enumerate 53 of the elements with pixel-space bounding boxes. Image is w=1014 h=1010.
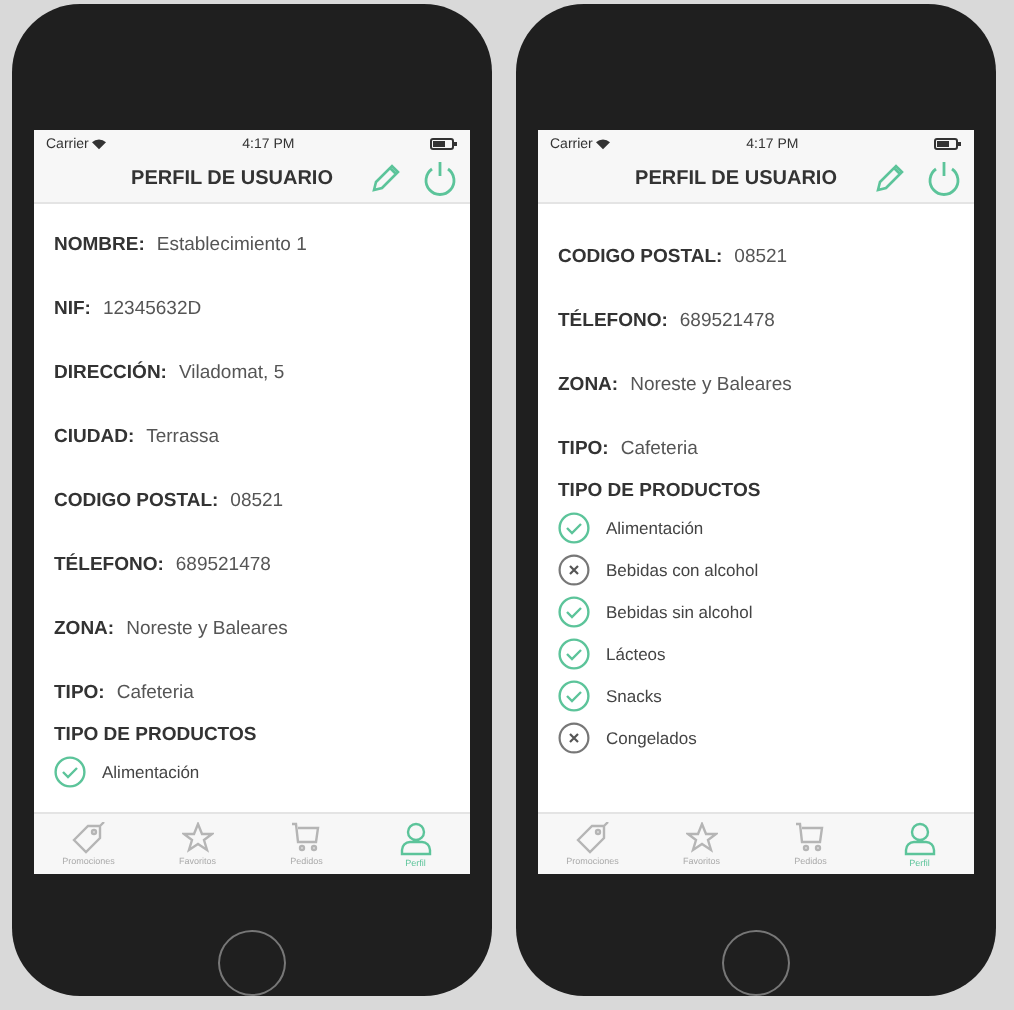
- wifi-icon: [92, 138, 107, 150]
- field-value: 12345632D: [102, 297, 202, 319]
- field-label: ZONA:: [558, 373, 619, 395]
- tag-icon: [70, 822, 107, 854]
- product-label: Alimentación: [102, 761, 200, 781]
- section-heading: TIPO DE PRODUCTOS: [54, 724, 259, 746]
- field-label: ZONA:: [54, 617, 115, 639]
- product-label: Bebidas con alcohol: [606, 559, 759, 579]
- person-icon: [903, 821, 936, 855]
- field-label: CIUDAD:: [54, 425, 135, 447]
- field-label: TÉLEFONO:: [54, 553, 164, 575]
- screen-title: PERFIL DE USUARIO: [129, 167, 335, 189]
- field-label: NOMBRE:: [54, 233, 145, 255]
- field-value: Cafeteria: [620, 437, 698, 459]
- field-value: Cafeteria: [116, 681, 194, 703]
- field-value: Noreste y Baleares: [630, 373, 792, 395]
- field-label: DIRECCIÓN:: [54, 361, 167, 383]
- field-value: 08521: [230, 489, 284, 511]
- field-value: Viladomat, 5: [178, 361, 285, 383]
- home-button[interactable]: [722, 930, 790, 996]
- product-label: Lácteos: [606, 643, 666, 663]
- star-icon: [181, 822, 214, 854]
- field-value: 689521478: [175, 553, 271, 575]
- field-label: TÉLEFONO:: [558, 309, 668, 331]
- product-label: Snacks: [606, 685, 662, 705]
- tag-icon: [574, 822, 611, 854]
- product-label: Alimentación: [606, 517, 704, 537]
- home-button[interactable]: [218, 930, 286, 996]
- field-label: CODIGO POSTAL:: [558, 245, 723, 267]
- field-value: 689521478: [679, 309, 775, 331]
- field-value: 08521: [734, 245, 788, 267]
- field-value: Noreste y Baleares: [126, 617, 288, 639]
- star-icon: [685, 822, 718, 854]
- screen-title: PERFIL DE USUARIO: [633, 167, 839, 189]
- product-label: Bebidas sin alcohol: [606, 601, 753, 621]
- power-icon[interactable]: [422, 160, 458, 196]
- field-label: NIF:: [54, 297, 91, 319]
- field-value: Establecimiento 1: [156, 233, 307, 255]
- power-icon[interactable]: [926, 160, 962, 196]
- field-value: Terrassa: [146, 425, 220, 447]
- cart-icon: [794, 822, 827, 854]
- battery-icon: [430, 138, 458, 150]
- wifi-icon: [596, 138, 611, 150]
- pencil-icon[interactable]: [370, 162, 402, 194]
- person-icon: [399, 821, 432, 855]
- field-label: CODIGO POSTAL:: [54, 489, 219, 511]
- pencil-icon[interactable]: [874, 162, 906, 194]
- product-label: Congelados: [606, 727, 697, 747]
- field-label: TIPO:: [54, 681, 105, 703]
- section-heading: TIPO DE PRODUCTOS: [558, 480, 763, 502]
- cart-icon: [290, 822, 323, 854]
- battery-icon: [934, 138, 962, 150]
- field-label: TIPO:: [558, 437, 609, 459]
